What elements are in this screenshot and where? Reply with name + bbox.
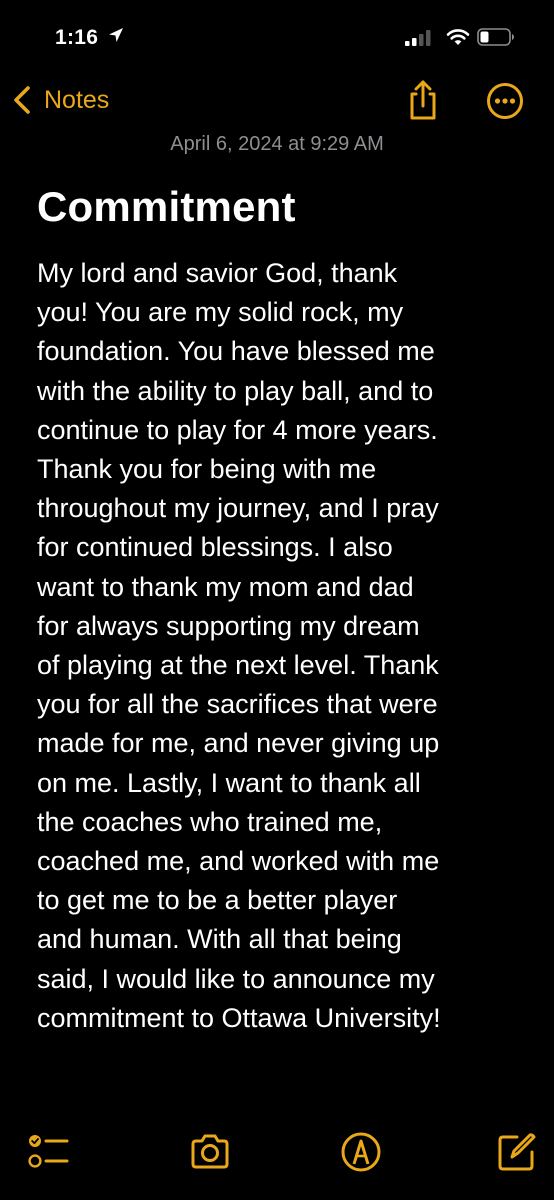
markup-pen-icon — [339, 1130, 383, 1174]
wifi-icon — [446, 27, 470, 47]
status-time: 1:16 — [55, 26, 99, 49]
location-arrow-icon — [108, 27, 124, 43]
checklist-icon — [27, 1130, 71, 1174]
checklist-button[interactable] — [27, 1130, 71, 1174]
navigation-bar: Notes — [0, 70, 554, 130]
note-date: April 6, 2024 at 9:29 AM — [170, 133, 384, 155]
markup-button[interactable] — [339, 1130, 383, 1174]
more-options-button[interactable] — [486, 82, 524, 120]
status-bar: 1:16 — [0, 0, 554, 70]
bottom-toolbar — [0, 1110, 554, 1200]
back-button[interactable]: Notes — [10, 80, 109, 120]
chevron-left-icon — [10, 80, 38, 120]
cellular-signal-icon — [405, 30, 433, 46]
battery-icon — [477, 28, 515, 46]
share-icon — [403, 78, 443, 122]
camera-icon — [188, 1130, 232, 1174]
note-body[interactable]: My lord and savior God, thank you! You a… — [37, 254, 537, 1038]
note-title[interactable]: Commitment — [37, 183, 296, 231]
compose-icon — [495, 1130, 539, 1174]
share-button[interactable] — [403, 78, 443, 122]
compose-button[interactable] — [495, 1130, 539, 1174]
camera-button[interactable] — [188, 1130, 232, 1174]
ellipsis-circle-icon — [486, 82, 524, 120]
back-label: Notes — [44, 85, 110, 114]
